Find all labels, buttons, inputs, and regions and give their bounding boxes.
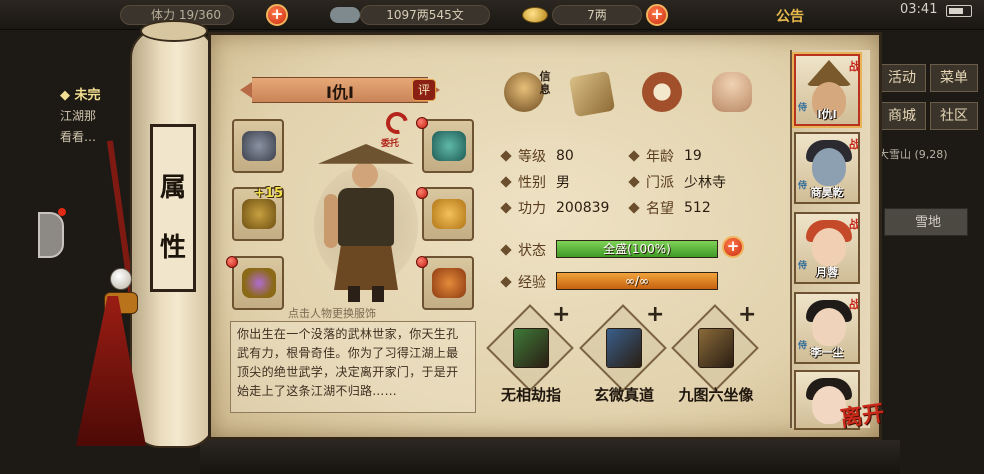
sash-icon [432, 268, 466, 298]
stat-gender: 性别 男 [500, 172, 570, 192]
menu-button[interactable]: 菜单 [930, 64, 978, 92]
add-skill-icon[interactable]: + [646, 302, 664, 327]
skill-name: 九图六坐像 [678, 386, 754, 404]
tab-bagua[interactable] [638, 68, 686, 116]
companion-portrait[interactable]: 战 侍 商昊乾 [794, 132, 860, 204]
amulet-icon [242, 199, 276, 229]
gold-counter: 7两 [552, 4, 642, 26]
bio-box: 你出生在一个没落的武林世家，你天生孔武有力，根骨奇佳。你为了习得江湖上最顶尖的绝… [230, 321, 476, 413]
gloves-icon [242, 131, 276, 161]
alert-dot [226, 256, 238, 268]
equip-slot-belt[interactable] [422, 119, 474, 173]
community-button[interactable]: 社区 [930, 102, 978, 130]
leave-button[interactable]: 离开 [838, 395, 886, 433]
money-counter: 1097两545文 [360, 4, 490, 26]
status-bar: 全盛(100%) [556, 240, 718, 258]
bagua-icon [642, 72, 682, 112]
region-label: 大雪山 (9,28) [878, 146, 948, 162]
scroll-title: 属 性 [150, 124, 196, 292]
alert-dot [416, 117, 428, 129]
companion-portrait[interactable]: 战 侍 月蓉 [794, 212, 860, 284]
companion-portrait[interactable]: 战 侍 I仇I [794, 54, 860, 126]
shop-button[interactable]: 商城 [878, 102, 926, 130]
companion-name: 李一尘 [810, 346, 844, 359]
gold-ingot-icon [522, 4, 548, 26]
stat-sect: 门派 少林寺 [628, 172, 726, 192]
skill-book-icon [698, 328, 734, 368]
stat-fame: 名望 512 [628, 198, 711, 218]
activity-button[interactable]: 活动 [878, 64, 926, 92]
companion-name: 月蓉 [816, 266, 838, 279]
skill-book-icon [606, 328, 642, 368]
exp-label-row: 经验 [500, 272, 556, 292]
body-figure-icon [712, 72, 752, 112]
scroll-title-char: 性 [159, 233, 186, 263]
companion-name: I仇I [817, 108, 837, 121]
silver-icon [330, 4, 360, 26]
battery-icon [946, 5, 972, 17]
side-menu-toggle[interactable] [38, 208, 66, 258]
add-gold-button[interactable]: + [646, 4, 668, 26]
battle-badge: 战 [849, 138, 860, 151]
notice-button[interactable]: 公告 [776, 6, 804, 26]
character-name: I仇I [326, 83, 354, 102]
skill-book-icon [513, 328, 549, 368]
status-value: 全盛(100%) [603, 242, 671, 256]
battle-badge: 战 [849, 298, 860, 311]
add-skill-icon[interactable]: + [738, 302, 756, 327]
plus-icon: + [646, 4, 668, 26]
region-coord: (9,28) [914, 148, 948, 161]
exp-bar: ∞/∞ [556, 272, 718, 290]
plus-icon: + [266, 4, 288, 26]
quest-title: 未完 [74, 88, 101, 103]
ring-icon [242, 268, 276, 298]
change-outfit-hint: 点击人物更换服饰 [288, 307, 376, 320]
money-value: 1097两545文 [360, 5, 490, 25]
name-banner: I仇I [240, 77, 440, 103]
gold-value: 7两 [552, 5, 642, 25]
robe-icon [432, 199, 466, 229]
companion-name: 商昊乾 [810, 186, 844, 199]
equip-slot-ring[interactable] [232, 256, 284, 310]
tassel-bead [110, 268, 132, 290]
map-cell[interactable]: 雪地 [884, 208, 968, 236]
map-scroll-icon [568, 70, 616, 118]
battle-badge: 战 [849, 218, 860, 231]
equip-slot-accessory[interactable] [422, 256, 474, 310]
tab-info-label: 信息 [539, 70, 551, 96]
character-figure[interactable] [312, 136, 420, 304]
commission-label: 委托 [381, 139, 400, 149]
stat-power: 功力 200839 [500, 198, 609, 218]
straw-hat [318, 144, 414, 164]
bio-text: 你出生在一个没落的武林世家，你天生孔武有力，根骨奇佳。你为了习得江湖上最顶尖的绝… [237, 327, 459, 398]
tab-meridian[interactable] [708, 68, 756, 116]
scroll-title-char: 属 [159, 173, 186, 203]
stat-age: 年龄 19 [628, 146, 702, 166]
enhance-level: +15 [254, 186, 283, 201]
tab-map[interactable] [568, 70, 616, 118]
battle-badge: 战 [849, 60, 860, 73]
restore-status-button[interactable]: + [722, 236, 744, 258]
exp-value: ∞/∞ [624, 274, 650, 288]
stat-level: 等级 80 [500, 146, 574, 166]
companion-portrait[interactable]: 战 侍 李一尘 [794, 292, 860, 364]
belt-icon [432, 131, 466, 161]
region-name: 大雪山 [878, 148, 911, 161]
status-label-row: 状态 [500, 240, 556, 260]
rate-button[interactable]: 评 [412, 79, 436, 101]
add-skill-icon[interactable]: + [552, 302, 570, 327]
equip-slot-gloves[interactable] [232, 119, 284, 173]
equip-slot-armor[interactable] [422, 187, 474, 241]
clock: 03:41 [900, 2, 938, 17]
bottom-nav-bar [200, 440, 900, 474]
add-stamina-button[interactable]: + [266, 4, 288, 26]
